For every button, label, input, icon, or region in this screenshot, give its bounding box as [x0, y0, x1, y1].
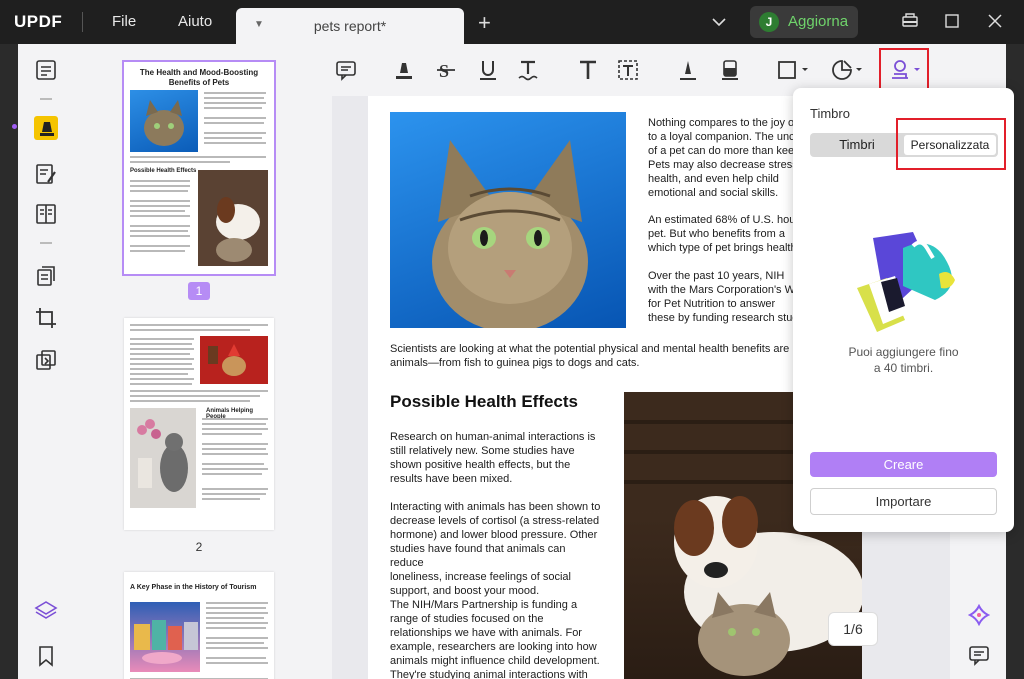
- paragraph-line: hormone) and lower blood pressure. Other: [390, 529, 598, 541]
- dog-cat-image-thumb: [198, 170, 268, 266]
- havana-image-thumb: [130, 602, 200, 672]
- tab-stamps[interactable]: Timbri: [810, 133, 904, 157]
- crop-icon[interactable]: [34, 306, 58, 330]
- stamp-illustration-icon: [843, 228, 963, 343]
- paragraph-line: animals might influence child developmen…: [390, 655, 600, 667]
- comments-icon[interactable]: [968, 644, 990, 671]
- note-line: a 40 timbri.: [873, 361, 934, 375]
- paragraph-line: decrease levels of cortisol (a stress-re…: [390, 515, 600, 527]
- chevron-down-icon[interactable]: [712, 14, 726, 32]
- stamp-panel: Timbro Timbri Personalizzata Puoi aggiun…: [793, 88, 1014, 532]
- paragraph-line: support, and boost your mood.: [390, 585, 540, 597]
- paragraph-line: Interacting with animals has been shown …: [390, 501, 601, 513]
- paragraph-line: shown positive health effects, but the: [390, 459, 571, 471]
- hat-icon[interactable]: [902, 12, 918, 35]
- panel-title: Timbro: [810, 106, 850, 121]
- page-thumbnail-3[interactable]: A Key Phase in the History of Tourism: [124, 572, 274, 679]
- paragraph-line: loneliness, increase feelings of social: [390, 571, 571, 583]
- note-line: Puoi aggiungere fino: [848, 345, 959, 359]
- maximize-icon[interactable]: [945, 14, 959, 33]
- section-heading: Possible Health Effects: [390, 392, 579, 411]
- page-thumbnail-2[interactable]: Animals Helping People: [124, 318, 274, 530]
- layers-icon[interactable]: [34, 599, 58, 623]
- title-bar: UPDF File Aiuto ▼ pets report* + J Aggio…: [0, 0, 1024, 44]
- convert-icon[interactable]: [34, 348, 58, 372]
- tulips-cat-image-thumb: [130, 408, 196, 508]
- highlight-icon[interactable]: [392, 58, 416, 82]
- shape-icon[interactable]: [776, 58, 808, 82]
- thumbnail-panel: The Health and Mood-Boosting Benefits of…: [74, 44, 332, 679]
- new-tab-icon[interactable]: +: [478, 10, 491, 36]
- reader-icon[interactable]: [34, 58, 58, 82]
- custom-tab-highlight: [896, 118, 1006, 170]
- paragraph-line: results have been mixed.: [390, 473, 513, 485]
- document-tab[interactable]: ▼ pets report*: [236, 8, 464, 44]
- bookmark-icon[interactable]: [34, 644, 58, 668]
- active-indicator: [12, 124, 17, 129]
- page-counter[interactable]: 1/6: [828, 612, 878, 646]
- squiggly-icon[interactable]: [516, 58, 540, 82]
- holiday-dog-image-thumb: [200, 336, 268, 384]
- pencil-icon[interactable]: [676, 58, 700, 82]
- text-icon[interactable]: [576, 58, 600, 82]
- updf-logo: UPDF: [14, 12, 63, 31]
- form-icon[interactable]: [34, 202, 58, 226]
- eraser-icon[interactable]: [718, 58, 742, 82]
- page-number-1[interactable]: 1: [188, 282, 210, 300]
- thumb-heading: Possible Health Effects: [130, 168, 197, 174]
- organize-pages-icon[interactable]: [34, 264, 58, 288]
- paragraph-line: studies have found that animals can redu…: [390, 543, 566, 569]
- sticker-icon[interactable]: [830, 58, 862, 82]
- close-icon[interactable]: [988, 14, 1002, 33]
- paragraph-line: They're studying animal interactions wit…: [390, 669, 588, 679]
- ai-assistant-icon[interactable]: [967, 603, 991, 631]
- cat-photo: [390, 112, 626, 332]
- paragraph-line: example, researchers are looking into ho…: [390, 641, 597, 653]
- thumb-title: The Health and Mood-Boosting Benefits of…: [139, 68, 259, 87]
- rail-divider: [40, 242, 52, 244]
- stamp-limit-note: Puoi aggiungere fino a 40 timbri.: [793, 344, 1014, 376]
- page-thumbnail-1[interactable]: The Health and Mood-Boosting Benefits of…: [122, 60, 276, 276]
- rail-divider: [40, 98, 52, 100]
- avatar: J: [759, 12, 779, 32]
- tab-title: pets report*: [313, 18, 387, 34]
- import-button[interactable]: Importare: [810, 488, 997, 515]
- paragraph-line: Scientists are looking at what the poten…: [390, 343, 790, 355]
- paragraph-line: animals—from fish to guinea pigs to dogs…: [390, 357, 640, 369]
- strikethrough-icon[interactable]: S: [434, 58, 458, 82]
- upgrade-button[interactable]: J Aggiorna: [750, 6, 858, 38]
- pdf-page: Nothing compares to the joy of to a loya…: [368, 96, 862, 679]
- minimize-icon-glyph: [903, 21, 917, 23]
- stamp-icon[interactable]: [888, 58, 920, 82]
- menu-help[interactable]: Aiuto: [178, 13, 212, 30]
- paragraph-line: The NIH/Mars Partnership is funding a: [390, 599, 578, 611]
- svg-text:S: S: [439, 61, 449, 81]
- thumb-title-3: A Key Phase in the History of Tourism: [130, 584, 257, 591]
- edit-pdf-icon[interactable]: [34, 162, 58, 186]
- paragraph-line: still relatively new. Some studies have: [390, 445, 575, 457]
- page-number-2[interactable]: 2: [188, 538, 210, 556]
- create-button[interactable]: Creare: [810, 452, 997, 477]
- note-icon[interactable]: [334, 58, 358, 82]
- upgrade-label: Aggiorna: [788, 13, 849, 30]
- comment-highlighter-icon[interactable]: [34, 116, 58, 140]
- left-tool-rail: [12, 44, 74, 679]
- paragraph-line: Research on human-animal interactions is: [390, 431, 596, 443]
- menu-file[interactable]: File: [112, 13, 136, 30]
- underline-icon[interactable]: [476, 58, 500, 82]
- divider: [82, 12, 83, 32]
- paragraph-line: range of studies focused on the: [390, 613, 544, 625]
- cat-image-thumb: [130, 90, 198, 152]
- paragraph-line: relationships we have with animals. For: [390, 627, 582, 639]
- textbox-icon[interactable]: [616, 58, 640, 82]
